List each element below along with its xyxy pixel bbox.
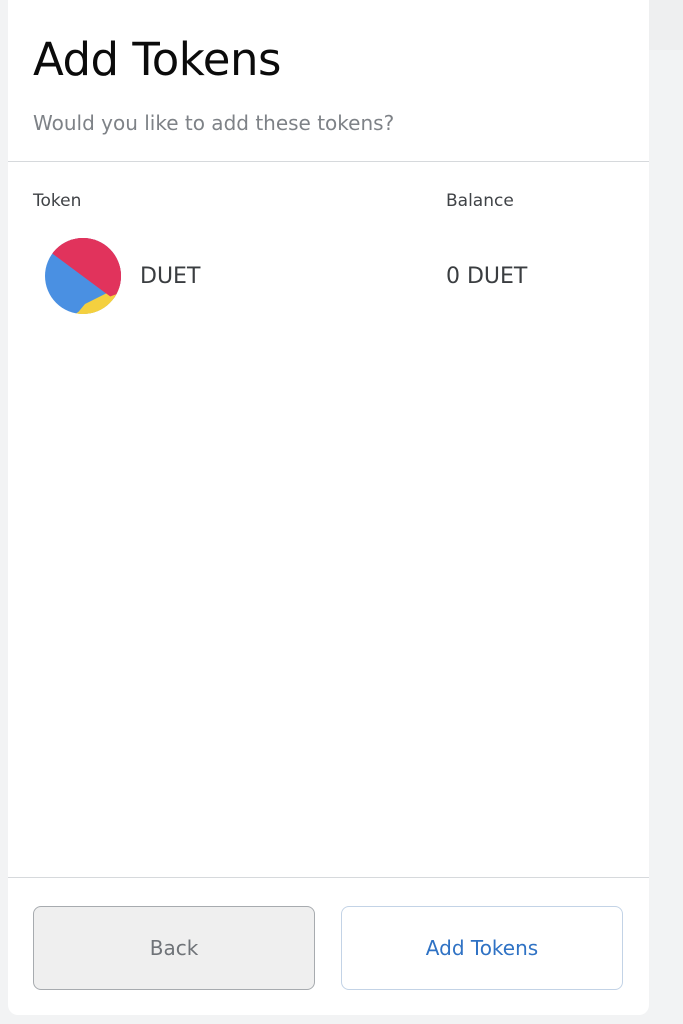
column-header-balance: Balance — [446, 191, 514, 211]
page-subtitle: Would you like to add these tokens? — [33, 111, 395, 135]
token-balance: 0 DUET — [446, 264, 528, 289]
back-button[interactable]: Back — [33, 906, 315, 990]
add-tokens-button[interactable]: Add Tokens — [341, 906, 623, 990]
background-panel — [648, 0, 683, 50]
token-symbol: DUET — [140, 264, 201, 289]
dialog-header: Add Tokens Would you like to add these t… — [8, 0, 649, 162]
token-row: DUET 0 DUET — [8, 235, 649, 317]
dialog-footer: Back Add Tokens — [8, 877, 649, 1015]
column-header-token: Token — [33, 191, 82, 211]
token-identicon-icon — [45, 238, 121, 314]
add-tokens-dialog: Add Tokens Would you like to add these t… — [8, 0, 649, 1015]
page-title: Add Tokens — [33, 33, 281, 86]
